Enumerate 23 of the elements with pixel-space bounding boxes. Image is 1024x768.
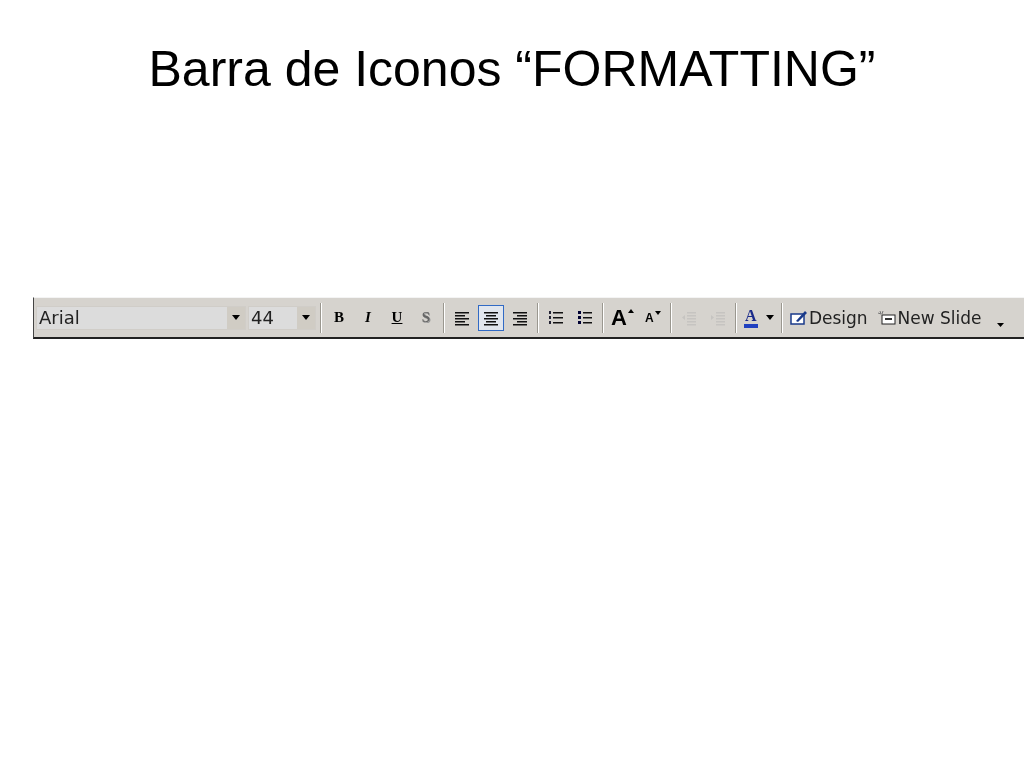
numbered-list-icon [548,308,564,327]
dropdown-arrow-icon [232,315,240,320]
underline-button[interactable]: U [384,304,410,331]
new-slide-icon [876,309,897,326]
down-triangle-icon [654,310,661,315]
dropdown-arrow-icon [302,315,310,320]
font-color-button[interactable]: A [740,304,777,331]
shadow-button[interactable]: S [413,304,439,331]
design-icon [789,309,808,326]
font-size-dropdown[interactable]: 44 [248,305,316,330]
bulleted-list-icon [577,308,593,327]
font-name-dropdown[interactable]: Arial [36,305,246,330]
grow-font-button[interactable]: A [608,304,637,331]
caret-icon [765,315,774,320]
align-center-button[interactable] [478,304,504,331]
shrink-font-button[interactable]: A [639,304,666,331]
design-button[interactable]: Design [786,304,871,331]
up-triangle-icon [627,308,634,313]
chevron-down-icon [997,322,1005,327]
slide-title: Barra de Iconos “FORMATTING” [148,40,876,98]
italic-button[interactable]: I [355,304,381,331]
bold-button[interactable]: B [326,304,352,331]
new-slide-button[interactable]: New Slide [873,304,985,331]
